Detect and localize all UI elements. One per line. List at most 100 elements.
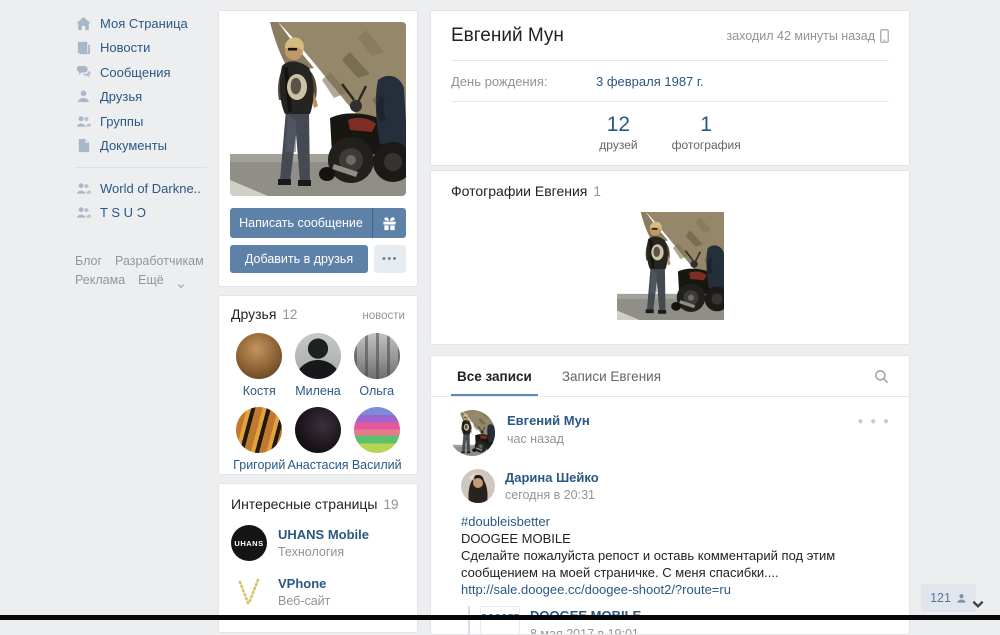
online-friends-badge[interactable]: 121 — [921, 584, 976, 612]
sidebar-item-groups[interactable]: Группы — [75, 109, 207, 134]
photos-counter[interactable]: 1 фотография — [672, 113, 741, 152]
sidebar-item-community-2[interactable]: T S U Ɔ — [75, 201, 207, 226]
chevron-down-icon — [177, 277, 185, 285]
page-category: Веб-сайт — [278, 594, 330, 608]
friends-news-link[interactable]: новости — [362, 310, 405, 322]
tab-all-posts[interactable]: Все записи — [451, 356, 538, 396]
friend-item[interactable]: Василий — [348, 407, 405, 472]
friends-icon — [75, 89, 91, 105]
wall-card: Все записи Записи Евгения Евгений Мун ча… — [430, 355, 910, 635]
repost-author-avatar[interactable] — [461, 469, 495, 503]
pages-title[interactable]: Интересные страницы — [231, 496, 378, 512]
gift-icon[interactable] — [372, 208, 406, 238]
page-name[interactable]: UHANS Mobile — [278, 527, 369, 542]
profile-more-button[interactable]: ••• — [374, 245, 406, 273]
sidebar-item-documents[interactable]: Документы — [75, 134, 207, 159]
counter-label: фотография — [672, 138, 741, 152]
avatar — [236, 407, 282, 453]
repost-text: #doubleisbetter DOOGEE MOBILE Сделайте п… — [461, 513, 891, 598]
sidebar-item-friends[interactable]: Друзья — [75, 85, 207, 110]
profile-info-card: Евгений Мун заходил 42 минуты назад День… — [430, 10, 910, 166]
photo-thumbnail[interactable] — [617, 212, 724, 320]
footer-link-more[interactable]: Ещё — [138, 271, 164, 290]
attached-post-date: 8 мая 2017 в 19:01 — [530, 627, 641, 635]
sidebar-item-label: Моя Страница — [100, 16, 188, 31]
friend-name: Анастасия — [288, 458, 349, 472]
wall-tabs: Все записи Записи Евгения — [431, 356, 909, 397]
friend-name: Василий — [348, 458, 405, 472]
sidebar-item-community-1[interactable]: World of Darkne.. — [75, 176, 207, 201]
post-timestamp: час назад — [507, 432, 590, 446]
last-seen-status: заходил 42 минуты назад — [727, 29, 890, 43]
friend-name: Ольга — [348, 384, 405, 398]
friend-item[interactable]: Милена — [288, 333, 349, 398]
interesting-pages-box: Интересные страницы 19 UHANS UHANS Mobil… — [218, 483, 418, 633]
send-message-label: Написать сообщение — [230, 208, 372, 238]
friend-item[interactable]: Ольга — [348, 333, 405, 398]
person-icon — [956, 593, 967, 604]
page-name[interactable]: VPhone — [278, 576, 330, 591]
hashtag-link[interactable]: #doubleisbetter — [461, 513, 891, 530]
counter-label: друзей — [599, 138, 637, 152]
friends-count: 12 — [282, 307, 297, 322]
groups-icon — [75, 113, 91, 129]
friend-name: Григорий — [231, 458, 288, 472]
friend-item[interactable]: Костя — [231, 333, 288, 398]
sidebar-divider — [75, 167, 207, 168]
attached-post[interactable]: DOOGEE DOOGEE MOBILE 8 мая 2017 в 19:01 — [468, 606, 891, 635]
profile-counters: 12 друзей 1 фотография — [431, 102, 909, 165]
sidebar-item-messages[interactable]: Сообщения — [75, 60, 207, 85]
counter-value: 12 — [599, 113, 637, 137]
repost-text-body: Сделайте пожалуйста репост и оставь комм… — [461, 547, 891, 581]
sidebar-item-label: Новости — [100, 40, 150, 55]
scroll-down-chevron-icon[interactable] — [971, 597, 985, 614]
photos-title[interactable]: Фотографии Евгения — [451, 183, 587, 199]
footer-link-ads[interactable]: Реклама — [75, 271, 125, 290]
sidebar-footer: Блог Разработчикам Реклама Ещё — [75, 252, 207, 290]
messages-icon — [75, 64, 91, 80]
profile-card: Написать сообщение Добавить в друзья ••• — [218, 10, 418, 287]
friends-grid: Костя Милена Ольга Григорий Анастасия Ва… — [231, 333, 405, 472]
footer-link-developers[interactable]: Разработчикам — [115, 252, 204, 271]
wall-post: Евгений Мун час назад ● ● ● Дарина Шейко… — [431, 397, 909, 635]
repost-text-line: DOOGEE MOBILE — [461, 530, 891, 547]
send-message-button[interactable]: Написать сообщение — [230, 208, 406, 238]
pages-count: 19 — [384, 497, 399, 512]
photos-count: 1 — [593, 184, 601, 199]
friends-title[interactable]: Друзья — [231, 306, 276, 322]
external-link[interactable]: http://sale.doogee.cc/doogee-shoot2/?rou… — [461, 581, 891, 598]
vk-profile-page: Моя Страница Новости Сообщения Друзья Гр… — [0, 0, 1000, 620]
post-menu-button[interactable]: ● ● ● — [857, 410, 891, 456]
post-author-avatar[interactable] — [449, 410, 495, 456]
online-count: 121 — [930, 591, 951, 605]
profile-photo[interactable] — [230, 22, 406, 196]
photos-box: Фотографии Евгения 1 — [430, 170, 910, 345]
birthday-value[interactable]: 3 февраля 1987 г. — [596, 74, 704, 89]
repost-block: Дарина Шейко сегодня в 20:31 #doubleisbe… — [461, 469, 891, 635]
repost-timestamp: сегодня в 20:31 — [505, 488, 599, 502]
doogee-logo: DOOGEE — [480, 606, 520, 635]
groups-icon — [75, 205, 91, 221]
repost-author-link[interactable]: Дарина Шейко — [505, 470, 599, 485]
friends-counter[interactable]: 12 друзей — [599, 113, 637, 152]
page-item-uhans[interactable]: UHANS UHANS Mobile Технология — [231, 525, 405, 561]
tab-owner-posts[interactable]: Записи Евгения — [556, 356, 667, 396]
avatar — [354, 333, 400, 379]
footer-link-blog[interactable]: Блог — [75, 252, 102, 271]
avatar — [295, 407, 341, 453]
page-category: Технология — [278, 545, 369, 559]
groups-icon — [75, 180, 91, 196]
add-friend-button[interactable]: Добавить в друзья — [230, 245, 368, 273]
sidebar-item-label: Документы — [100, 138, 167, 153]
page-item-vphone[interactable]: VPhone Веб-сайт — [231, 574, 405, 610]
sidebar-item-my-page[interactable]: Моя Страница — [75, 11, 207, 36]
friend-item[interactable]: Григорий — [231, 407, 288, 472]
uhans-logo: UHANS — [231, 525, 267, 561]
wall-search-icon[interactable] — [874, 369, 889, 384]
sidebar-item-news[interactable]: Новости — [75, 36, 207, 61]
bottom-black-bar — [0, 615, 1000, 620]
avatar — [236, 333, 282, 379]
post-author-link[interactable]: Евгений Мун — [507, 413, 590, 428]
left-nav: Моя Страница Новости Сообщения Друзья Гр… — [75, 11, 207, 290]
friend-item[interactable]: Анастасия — [288, 407, 349, 472]
